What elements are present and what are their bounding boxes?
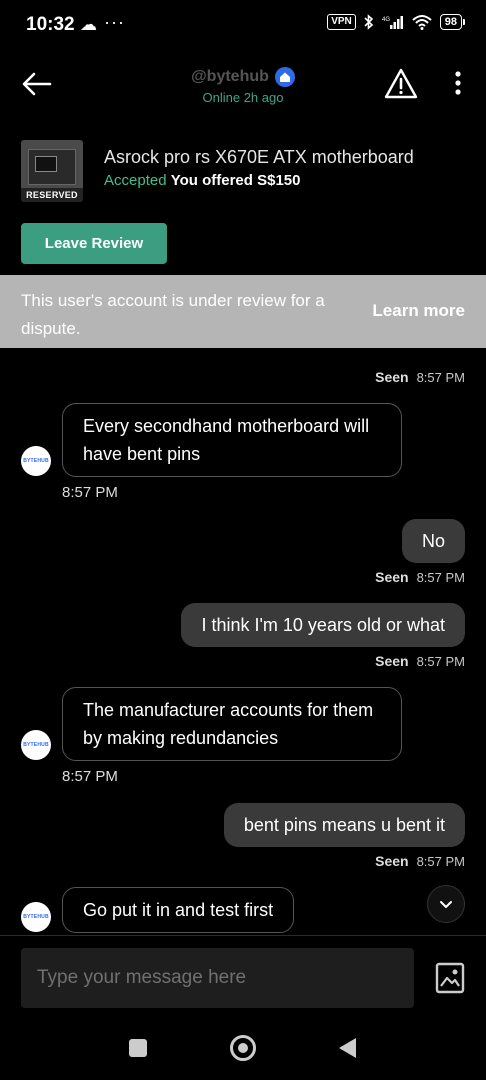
offer-amount: You offered S$150 <box>170 172 301 189</box>
message-input-container[interactable] <box>21 948 414 1008</box>
bluetooth-icon <box>364 14 373 30</box>
message-input[interactable] <box>21 948 414 1008</box>
back-triangle-icon[interactable] <box>339 1038 356 1058</box>
dispute-banner: This user's account is under review for … <box>0 275 486 348</box>
listing-offer-info: Accepted You offered S$150 <box>104 172 300 189</box>
message-time: 8:57 PM <box>62 484 118 501</box>
image-attach-icon[interactable] <box>435 962 465 994</box>
home-icon[interactable] <box>230 1035 256 1061</box>
seen-indicator: Seen 8:57 PM <box>375 369 465 385</box>
outgoing-message: bent pins means u bent it <box>223 803 465 847</box>
chevron-down-icon <box>440 901 452 908</box>
reserved-tag: RESERVED <box>21 188 83 202</box>
recent-apps-icon[interactable] <box>129 1039 147 1057</box>
more-vertical-icon[interactable] <box>448 69 468 99</box>
avatar[interactable]: BYTEHUB <box>21 730 51 760</box>
listing-title: Asrock pro rs X670E ATX motherboard <box>104 147 414 167</box>
status-icons: VPN 4G 98 <box>327 14 466 30</box>
signal-icon: 4G <box>382 16 403 29</box>
composer-divider <box>0 935 486 936</box>
cloud-icon: ☁ <box>80 15 97 34</box>
incoming-message: Every secondhand motherboard will have b… <box>62 403 402 477</box>
seen-indicator: Seen 8:57 PM <box>375 569 465 585</box>
avatar[interactable]: BYTEHUB <box>21 902 51 932</box>
chat-header: @bytehub Online 2h ago <box>0 55 486 115</box>
learn-more-link[interactable]: Learn more <box>372 301 465 321</box>
seen-indicator: Seen 8:57 PM <box>375 653 465 669</box>
listing-summary[interactable]: RESERVED Asrock pro rs X670E ATX motherb… <box>21 140 471 202</box>
svg-text:4G: 4G <box>382 17 390 23</box>
leave-review-button[interactable]: Leave Review <box>21 223 167 264</box>
header-username: @bytehub <box>191 68 269 85</box>
status-dots: ··· <box>104 12 125 32</box>
scroll-down-button[interactable] <box>427 885 465 923</box>
status-bar: 10:32 ☁ ··· VPN 4G 98 <box>0 0 486 52</box>
avatar[interactable]: BYTEHUB <box>21 446 51 476</box>
outgoing-message: No <box>401 519 465 563</box>
incoming-message: The manufacturer accounts for them by ma… <box>62 687 402 761</box>
warning-icon[interactable] <box>384 67 418 101</box>
system-nav-bar <box>0 1024 486 1080</box>
incoming-message: Go put it in and test first <box>62 887 295 933</box>
banner-text: This user's account is under review for … <box>21 291 325 338</box>
offer-status: Accepted <box>104 172 167 189</box>
vpn-icon: VPN <box>327 14 356 30</box>
verified-badge-icon <box>274 67 295 87</box>
listing-thumbnail: RESERVED <box>21 140 83 202</box>
wifi-icon <box>412 15 432 30</box>
message-time: 8:57 PM <box>62 768 118 785</box>
seen-indicator: Seen 8:57 PM <box>375 853 465 869</box>
outgoing-message: I think I'm 10 years old or what <box>181 603 465 647</box>
status-time: 10:32 <box>26 14 75 35</box>
battery-icon: 98 <box>439 14 466 30</box>
